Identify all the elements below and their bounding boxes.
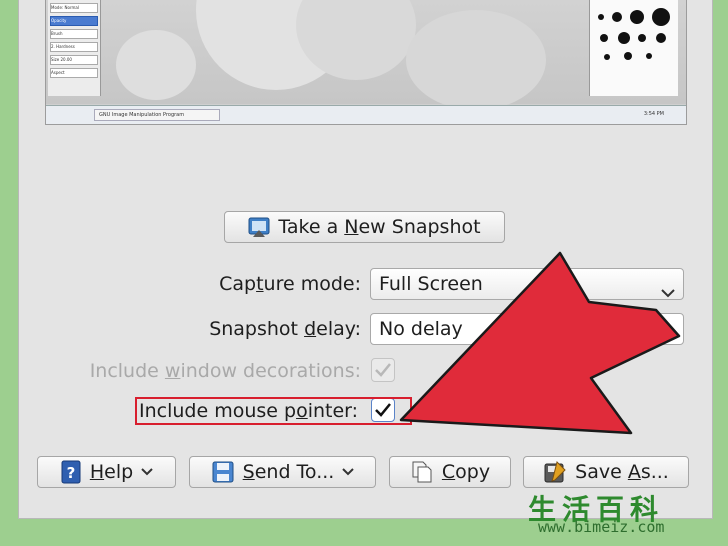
site-watermark: 生活百科 www.bimeiz.com bbox=[528, 488, 724, 540]
pointer-arrow-icon bbox=[399, 251, 681, 435]
watermark-url: www.bimeiz.com bbox=[538, 518, 665, 536]
